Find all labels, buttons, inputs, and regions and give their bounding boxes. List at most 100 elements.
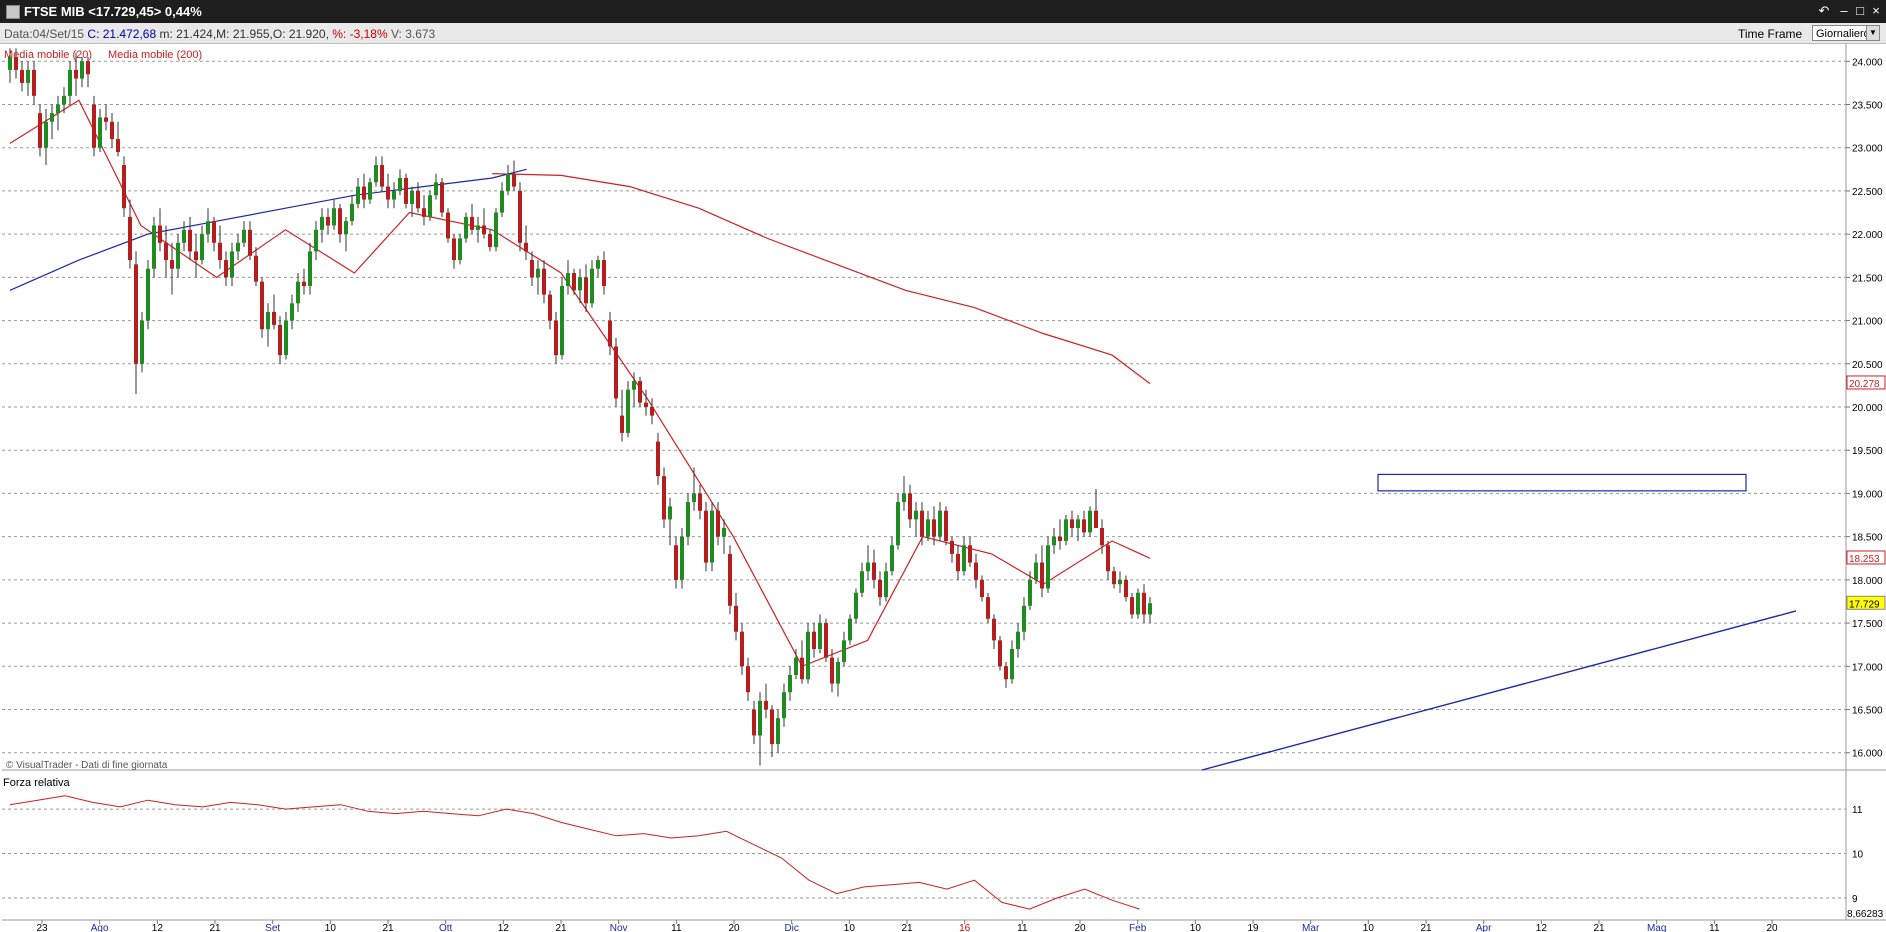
y-tick-label: 18.000 — [1852, 576, 1883, 587]
candle-body — [740, 631, 744, 667]
candle-body — [836, 661, 840, 684]
candle-body — [776, 718, 780, 745]
candle-body — [800, 657, 804, 680]
candle-body — [554, 320, 558, 356]
candle-body — [404, 177, 408, 204]
x-tick-label: Mag — [1647, 923, 1666, 932]
y-tick-label: 21.500 — [1852, 273, 1883, 284]
candle-body — [614, 346, 618, 399]
candle-body — [998, 640, 1002, 667]
candle-body — [230, 251, 234, 278]
rs-tick-label: 11 — [1852, 805, 1863, 816]
candle-body — [68, 69, 72, 96]
close-button[interactable]: × — [1868, 3, 1884, 19]
candle-body — [368, 182, 372, 200]
maximize-button[interactable]: □ — [1852, 3, 1868, 19]
candle-body — [968, 545, 972, 563]
restore-icon[interactable]: ↶ — [1816, 3, 1832, 19]
y-tick-label: 19.000 — [1852, 489, 1883, 500]
y-tick-label: 19.500 — [1852, 446, 1883, 457]
x-tick-label: 12 — [152, 923, 164, 932]
candle-body — [494, 212, 498, 248]
window-title: FTSE MIB <17.729,45> 0,44% — [24, 4, 202, 19]
candle-body — [392, 190, 396, 200]
candle-body — [1046, 545, 1050, 589]
pct-change-value: %: -3,18% — [332, 27, 388, 41]
chevron-down-icon[interactable]: ▼ — [1866, 26, 1879, 40]
candle-body — [1076, 519, 1080, 528]
candle-body — [566, 273, 570, 286]
candle-body — [560, 286, 564, 356]
candle-body — [734, 605, 738, 632]
price-marker-label: 20.278 — [1849, 379, 1880, 390]
y-tick-label: 16.000 — [1852, 749, 1883, 760]
candle-body — [1130, 597, 1134, 615]
candle-body — [674, 545, 678, 580]
candle-body — [74, 69, 78, 79]
candle-body — [944, 510, 948, 541]
y-tick-label: 23.500 — [1852, 101, 1883, 112]
candle-body — [158, 225, 162, 243]
drawing-overlays[interactable] — [1201, 473, 1797, 771]
candle-body — [32, 69, 36, 96]
candle-body — [380, 165, 384, 187]
lower-panel-title: Forza relativa — [3, 777, 71, 789]
candle-body — [848, 618, 852, 641]
candle-body — [1010, 649, 1014, 680]
x-tick-label: 16 — [959, 923, 971, 932]
timeframe-dropdown[interactable]: Giornaliero ▼ — [1812, 25, 1880, 41]
candle-body — [506, 173, 510, 191]
candle-body — [578, 277, 582, 291]
candle-body — [1064, 519, 1068, 541]
candle-body — [608, 320, 612, 347]
candle-body — [1106, 545, 1110, 572]
candle-body — [86, 61, 90, 75]
candle-body — [1082, 519, 1086, 533]
candle-body — [890, 545, 894, 572]
price-chart[interactable]: 24.000 23.500 23.000 22.500 22.000 21.500 21.0… — [0, 44, 1886, 932]
candle-body — [530, 260, 534, 278]
candle-body — [1112, 571, 1116, 585]
x-tick-label: Apr — [1476, 923, 1492, 932]
candle-body — [878, 579, 882, 598]
candle-body — [782, 692, 786, 719]
candle-body — [938, 510, 942, 537]
candle-body — [20, 69, 24, 83]
timeframe-label: Time Frame — [1738, 27, 1803, 41]
ohlc-readout: Data:04/Set/15 C: 21.472,68 m: 21.424,M:… — [4, 27, 435, 41]
candle-body — [926, 519, 930, 537]
x-tick-label: 10 — [1190, 923, 1202, 932]
candle-body — [152, 225, 156, 269]
minimize-button[interactable]: – — [1836, 3, 1852, 19]
candle-body — [422, 208, 426, 217]
y-tick-label: 20.500 — [1852, 360, 1883, 371]
candle-body — [542, 268, 546, 295]
candle-body — [1148, 603, 1152, 615]
candle-body — [458, 238, 462, 261]
min-value: m: 21.424, — [159, 27, 217, 41]
candle-body — [296, 281, 300, 304]
candle-body — [338, 208, 342, 235]
candle-body — [320, 216, 324, 230]
candle-body — [620, 415, 624, 433]
candle-body — [242, 229, 246, 243]
copyright-note: © VisualTrader - Dati di fine giornata — [6, 760, 168, 771]
support-trendline — [1201, 610, 1797, 771]
x-tick-label: Nov — [610, 923, 628, 932]
x-tick-label: 11 — [671, 923, 682, 932]
x-tick-label: 23 — [36, 923, 48, 932]
date-value: Data:04/Set/15 — [4, 27, 85, 41]
candle-body — [602, 260, 606, 286]
candle-body — [146, 268, 150, 321]
candle-body — [1052, 536, 1056, 546]
candle-body — [884, 571, 888, 598]
candle-body — [638, 381, 642, 403]
candle-body — [1040, 562, 1044, 589]
candle-body — [1022, 605, 1026, 632]
candle-body — [830, 657, 834, 684]
x-tick-label: 12 — [498, 923, 510, 932]
candle-body — [1058, 536, 1062, 541]
candle-body — [650, 407, 654, 416]
candle-body — [794, 657, 798, 675]
candle-body — [572, 273, 576, 291]
